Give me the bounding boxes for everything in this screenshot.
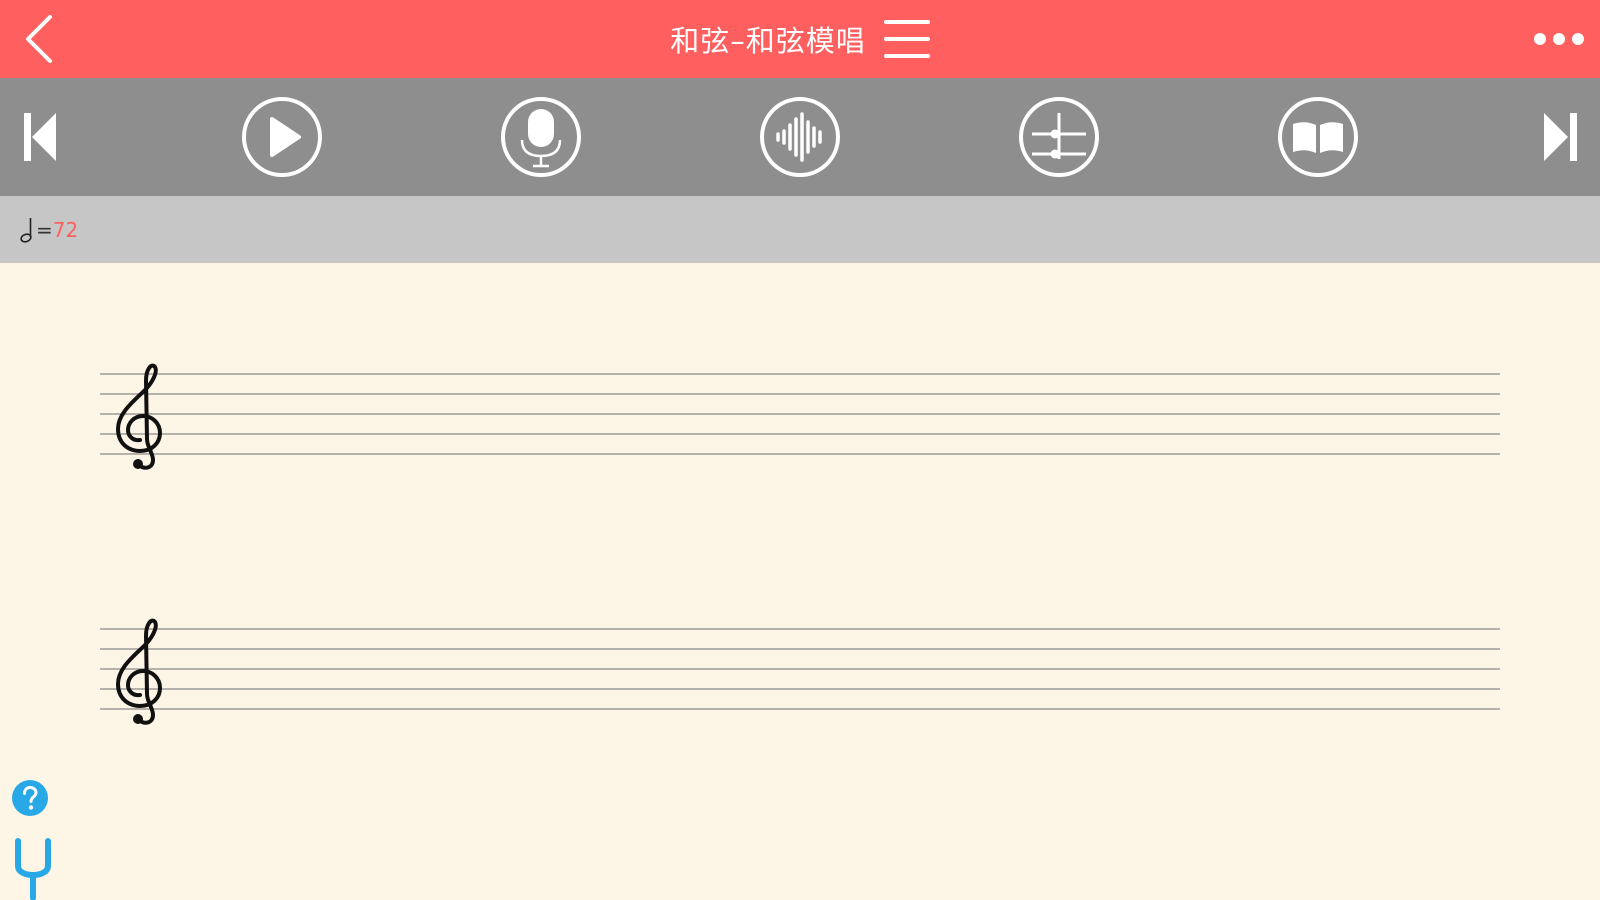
- more-options-button[interactable]: [1532, 22, 1586, 56]
- skip-next-icon: [1544, 113, 1577, 161]
- tuning-fork-icon: [15, 838, 51, 900]
- tuning-fork-button[interactable]: [13, 838, 53, 900]
- play-icon: [242, 97, 322, 177]
- hamburger-menu-icon: [883, 20, 930, 58]
- skip-previous-icon: [24, 113, 56, 161]
- tempo-indicator: = 72: [20, 215, 78, 245]
- previous-button[interactable]: [22, 111, 62, 163]
- tempo-equals: =: [36, 218, 53, 242]
- menu-button[interactable]: [883, 18, 930, 60]
- player-toolbar: [0, 78, 1600, 196]
- help-button[interactable]: [12, 780, 48, 816]
- mixer-slider-icon: [1019, 97, 1099, 177]
- microphone-icon: [501, 97, 581, 177]
- page-title: 和弦–和弦模唱: [670, 24, 866, 58]
- waveform-button[interactable]: [759, 96, 841, 178]
- book-button[interactable]: [1277, 96, 1359, 178]
- tempo-bar: = 72: [0, 196, 1600, 263]
- tempo-value: 72: [52, 218, 79, 242]
- help-question-icon: [12, 780, 48, 816]
- score-area: [0, 263, 1600, 900]
- back-button[interactable]: [22, 14, 62, 64]
- top-bar: 和弦–和弦模唱: [0, 0, 1600, 78]
- title-area: 和弦–和弦模唱: [0, 0, 1600, 78]
- open-book-icon: [1278, 97, 1358, 177]
- chevron-left-icon: [26, 15, 52, 63]
- staff-1: [100, 363, 1500, 470]
- more-dots-icon: [1534, 33, 1584, 45]
- waveform-icon: [760, 97, 840, 177]
- record-button[interactable]: [500, 96, 582, 178]
- play-button[interactable]: [241, 96, 323, 178]
- half-note-icon: [20, 218, 32, 243]
- mixer-button[interactable]: [1018, 96, 1100, 178]
- staff-2: [100, 618, 1500, 725]
- next-button[interactable]: [1540, 111, 1580, 163]
